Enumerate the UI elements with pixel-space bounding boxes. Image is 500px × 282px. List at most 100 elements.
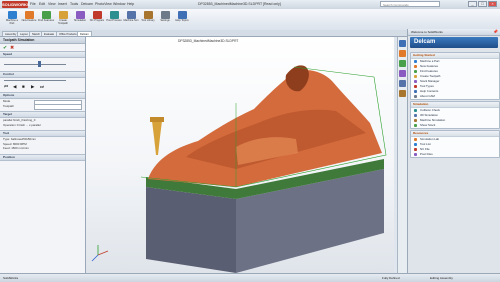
- group-resources: Resources Simulation Lab Tool List NC Fi…: [410, 130, 500, 158]
- step-back-button[interactable]: ◀: [13, 84, 16, 90]
- link-label: Simulation Lab: [420, 137, 440, 141]
- task-pane: Welcome to SolidWorks 📌 Delcam Getting S…: [407, 29, 500, 273]
- section-speed[interactable]: Speed: [0, 51, 85, 58]
- speed-slider-thumb[interactable]: [38, 61, 41, 67]
- group-simulation: Simulation Collision Check 3D Simulation…: [410, 101, 500, 129]
- tool-button-3[interactable]: Create Toolpath: [55, 10, 71, 28]
- link-label: Find Features: [420, 69, 438, 73]
- menu-photoview[interactable]: PhotoView: [95, 2, 112, 6]
- option-toolpath: Toolpath: [0, 103, 85, 110]
- menu-help[interactable]: Help: [127, 2, 134, 6]
- tool-button-5[interactable]: NC Program: [89, 10, 105, 28]
- view-palette-icon[interactable]: [399, 80, 406, 87]
- stop-button[interactable]: ■: [22, 84, 25, 89]
- fast-forward-button[interactable]: ⏭: [40, 84, 44, 89]
- tool-button-1[interactable]: New Feature: [21, 10, 37, 28]
- link-label: Tool List: [420, 142, 431, 146]
- menu-tools[interactable]: Tools: [70, 2, 78, 6]
- tool-label: NC Program: [89, 19, 105, 22]
- link-label: Stock Manager: [420, 79, 440, 83]
- task-pane-tabs: [397, 37, 407, 273]
- link-label: Collision Check: [420, 108, 440, 112]
- tool-button-2[interactable]: Find Features: [38, 10, 54, 28]
- menu-file[interactable]: File: [30, 2, 36, 6]
- ok-check-icon[interactable]: ✔: [3, 45, 7, 51]
- graphics-viewport[interactable]: DP32853_MachinedMachine3D.SLDPRT: [86, 37, 394, 273]
- tab-delcam[interactable]: Delcam: [77, 30, 92, 36]
- link-label: 3D Simulation: [420, 113, 438, 117]
- machined-part-model[interactable]: [86, 37, 394, 273]
- tool-icon: [109, 11, 119, 19]
- menu-insert[interactable]: Insert: [58, 2, 67, 6]
- speed-slider-area: [0, 58, 85, 71]
- link-label: Help Contents: [420, 89, 439, 93]
- play-icon[interactable]: ▶: [31, 84, 34, 90]
- link-icon: [414, 80, 417, 83]
- close-button[interactable]: ×: [488, 1, 497, 7]
- delcam-tab-icon[interactable]: [399, 50, 406, 57]
- rewind-button[interactable]: ⏮: [4, 84, 8, 89]
- toolpath-dropdown[interactable]: [34, 104, 82, 110]
- tool-label: Tool Library: [141, 19, 155, 22]
- library-icon[interactable]: [399, 60, 406, 67]
- explorer-icon[interactable]: [399, 70, 406, 77]
- tool-icon: [58, 11, 68, 19]
- solidworks-logo-icon: SOLIDWORKS: [2, 1, 30, 8]
- speed-slider-track[interactable]: [4, 64, 66, 65]
- cancel-x-icon[interactable]: ✖: [10, 45, 14, 51]
- link-icon: [414, 95, 417, 98]
- link-icon: [414, 143, 417, 146]
- link-icon: [414, 124, 417, 127]
- tab-evaluate[interactable]: Evaluate: [41, 30, 58, 36]
- tool-label: Simulation: [73, 19, 87, 22]
- task-pane-title: Welcome to SolidWorks: [411, 30, 443, 34]
- tool-button-9[interactable]: Settings: [157, 10, 173, 28]
- cutting-tool: [152, 121, 162, 155]
- link-icon: [414, 60, 417, 63]
- tool-icon: [75, 11, 85, 19]
- tool-label: Machine a Part: [6, 19, 18, 25]
- link-label: About CAM: [420, 94, 435, 98]
- axis-triad-icon: [91, 245, 109, 262]
- tool-button-0[interactable]: Machine a Part: [4, 10, 20, 28]
- menu-edit[interactable]: Edit: [39, 2, 45, 6]
- link-icon: [414, 153, 417, 156]
- tool-icon: [160, 11, 170, 19]
- panel-title: Toolpath Simulation: [0, 37, 85, 44]
- section-target[interactable]: Target: [0, 111, 85, 118]
- section-position[interactable]: Position: [0, 153, 85, 161]
- tool-button-6[interactable]: Post Process: [106, 10, 122, 28]
- link-icon: [414, 90, 417, 93]
- link-show-stock[interactable]: Show Stock: [411, 123, 499, 128]
- section-options[interactable]: Options: [0, 92, 85, 99]
- option-toolpath-label: Toolpath: [3, 103, 14, 108]
- menu-window[interactable]: Window: [113, 2, 125, 6]
- pushpin-icon[interactable]: 📌: [493, 29, 498, 34]
- link-about-cam[interactable]: About CAM: [411, 94, 499, 99]
- delcam-banner: Delcam: [410, 37, 498, 48]
- menu-delcam[interactable]: Delcam: [81, 2, 93, 6]
- link-label: Show Stock: [420, 123, 436, 127]
- link-label: NC File: [420, 147, 430, 151]
- tool-label: Machine Sim: [123, 19, 139, 22]
- tool-label: Create Toolpath: [58, 19, 68, 25]
- tool-icon: [177, 11, 187, 19]
- link-post-files[interactable]: Post Files: [411, 152, 499, 157]
- link-label: Machine Simulation: [420, 118, 446, 122]
- tool-icon: [7, 11, 17, 19]
- tool-button-7[interactable]: Machine Sim: [123, 10, 139, 28]
- tool-button-10[interactable]: Help Topics: [174, 10, 190, 28]
- tool-button-8[interactable]: Tool Library: [140, 10, 156, 28]
- menu-view[interactable]: View: [48, 2, 56, 6]
- home-icon[interactable]: [399, 40, 406, 47]
- tool-icon: [92, 11, 102, 19]
- search-input[interactable]: Search Commands: [380, 1, 440, 7]
- appearances-icon[interactable]: [399, 90, 406, 97]
- position-slider-track[interactable]: [4, 80, 66, 81]
- property-manager-panel: Toolpath Simulation ✔ ✖ Speed Control ⏮ …: [0, 37, 86, 273]
- tool-button-4[interactable]: Simulation: [72, 10, 88, 28]
- section-tool[interactable]: Tool: [0, 130, 85, 137]
- section-control[interactable]: Control: [0, 71, 85, 78]
- maximize-button[interactable]: □: [478, 1, 487, 7]
- minimize-button[interactable]: _: [468, 1, 477, 7]
